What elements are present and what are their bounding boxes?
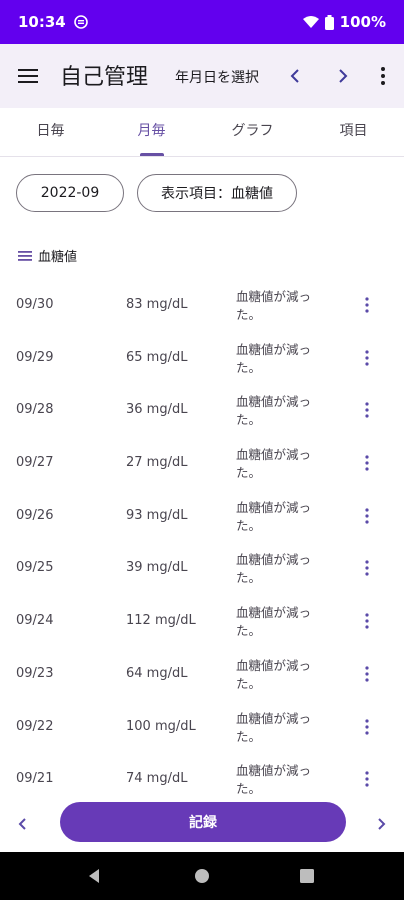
row-date: 09/25 bbox=[16, 560, 54, 576]
row-memo: 血糖値が減った。 bbox=[236, 499, 312, 533]
list-item: 09/28 36 mg/dL 血糖値が減った。 bbox=[0, 385, 404, 438]
app-title: 自己管理 bbox=[60, 65, 149, 90]
row-more-icon[interactable] bbox=[358, 294, 376, 316]
row-value: 36 mg/dL bbox=[126, 402, 188, 418]
row-more-icon[interactable] bbox=[358, 610, 376, 632]
home-icon[interactable] bbox=[194, 868, 210, 884]
row-memo: 血糖値が減った。 bbox=[236, 394, 312, 428]
list-item: 09/26 93 mg/dL 血糖値が減った。 bbox=[0, 491, 404, 544]
list-item: 09/29 65 mg/dL 血糖値が減った。 bbox=[0, 333, 404, 386]
row-value: 39 mg/dL bbox=[126, 560, 188, 576]
chevron-right-icon[interactable] bbox=[372, 814, 390, 834]
tab-items[interactable]: 項目 bbox=[303, 108, 404, 156]
chevron-left-icon[interactable] bbox=[284, 64, 308, 88]
list-item: 09/22 100 mg/dL 血糖値が減った。 bbox=[0, 702, 404, 755]
row-date: 09/24 bbox=[16, 613, 54, 629]
menu-icon[interactable] bbox=[16, 64, 40, 88]
row-value: 112 mg/dL bbox=[126, 613, 196, 629]
bottom-action-bar: 記録 bbox=[0, 796, 404, 852]
list-item: 09/25 39 mg/dL 血糖値が減った。 bbox=[0, 543, 404, 596]
record-list: 09/30 83 mg/dL 血糖値が減った。 09/29 65 mg/dL 血… bbox=[0, 280, 404, 807]
list-item: 09/27 27 mg/dL 血糖値が減った。 bbox=[0, 438, 404, 491]
month-chip[interactable]: 2022-09 bbox=[16, 174, 124, 212]
row-value: 74 mg/dL bbox=[126, 771, 188, 787]
row-date: 09/29 bbox=[16, 349, 54, 365]
tab-monthly[interactable]: 月毎 bbox=[101, 108, 202, 156]
row-memo: 血糖値が減った。 bbox=[236, 341, 312, 375]
row-date: 09/26 bbox=[16, 507, 54, 523]
row-value: 64 mg/dL bbox=[126, 665, 188, 681]
tab-bar: 日毎 月毎 グラフ 項目 bbox=[0, 108, 404, 157]
wifi-icon bbox=[302, 16, 319, 28]
row-more-icon[interactable] bbox=[358, 399, 376, 421]
battery-icon bbox=[324, 14, 334, 30]
row-memo: 血糖値が減った。 bbox=[236, 447, 312, 481]
row-date: 09/22 bbox=[16, 718, 54, 734]
row-memo: 血糖値が減った。 bbox=[236, 657, 312, 691]
row-value: 27 mg/dL bbox=[126, 455, 188, 471]
row-date: 09/28 bbox=[16, 402, 54, 418]
chevron-left-icon[interactable] bbox=[14, 814, 32, 834]
battery-level: 100% bbox=[339, 13, 386, 31]
more-vert-icon[interactable] bbox=[371, 64, 395, 88]
list-item: 09/30 83 mg/dL 血糖値が減った。 bbox=[0, 280, 404, 333]
list-icon bbox=[18, 250, 32, 261]
display-item-chip[interactable]: 表示項目：血糖値 bbox=[137, 174, 297, 212]
row-more-icon[interactable] bbox=[358, 505, 376, 527]
chevron-right-icon[interactable] bbox=[330, 64, 354, 88]
row-date: 09/23 bbox=[16, 665, 54, 681]
section-header: 血糖値 bbox=[18, 246, 77, 265]
row-more-icon[interactable] bbox=[358, 716, 376, 738]
row-value: 83 mg/dL bbox=[126, 297, 188, 312]
row-date: 09/30 bbox=[16, 297, 54, 312]
row-more-icon[interactable] bbox=[358, 347, 376, 369]
back-icon[interactable] bbox=[86, 868, 102, 884]
row-more-icon[interactable] bbox=[358, 557, 376, 579]
record-button[interactable]: 記録 bbox=[60, 802, 346, 842]
row-memo: 血糖値が減った。 bbox=[236, 552, 312, 586]
section-title: 血糖値 bbox=[38, 250, 78, 265]
row-date: 09/21 bbox=[16, 771, 54, 787]
status-time: 10:34 bbox=[18, 13, 66, 31]
system-nav-bar bbox=[0, 852, 404, 900]
row-value: 100 mg/dL bbox=[126, 718, 196, 734]
row-memo: 血糖値が減った。 bbox=[236, 605, 312, 639]
row-memo: 血糖値が減った。 bbox=[236, 710, 312, 744]
row-memo: 血糖値が減った。 bbox=[236, 763, 312, 797]
row-value: 93 mg/dL bbox=[126, 507, 188, 523]
tab-daily[interactable]: 日毎 bbox=[0, 108, 101, 156]
list-item: 09/23 64 mg/dL 血糖値が減った。 bbox=[0, 649, 404, 702]
row-more-icon[interactable] bbox=[358, 663, 376, 685]
row-memo: 血糖値が減った。 bbox=[236, 289, 312, 322]
status-bar: 10:34 100% bbox=[0, 0, 404, 44]
date-select-button[interactable]: 年月日を選択 bbox=[175, 67, 259, 87]
list-item: 09/24 112 mg/dL 血糖値が減った。 bbox=[0, 596, 404, 649]
row-more-icon[interactable] bbox=[358, 452, 376, 474]
app-bar: 自己管理 年月日を選択 bbox=[0, 44, 404, 108]
row-date: 09/27 bbox=[16, 455, 54, 471]
tab-graph[interactable]: グラフ bbox=[202, 108, 303, 156]
recent-apps-icon[interactable] bbox=[300, 869, 314, 883]
row-value: 65 mg/dL bbox=[126, 349, 188, 365]
notification-icon bbox=[73, 15, 88, 29]
row-more-icon[interactable] bbox=[358, 768, 376, 790]
